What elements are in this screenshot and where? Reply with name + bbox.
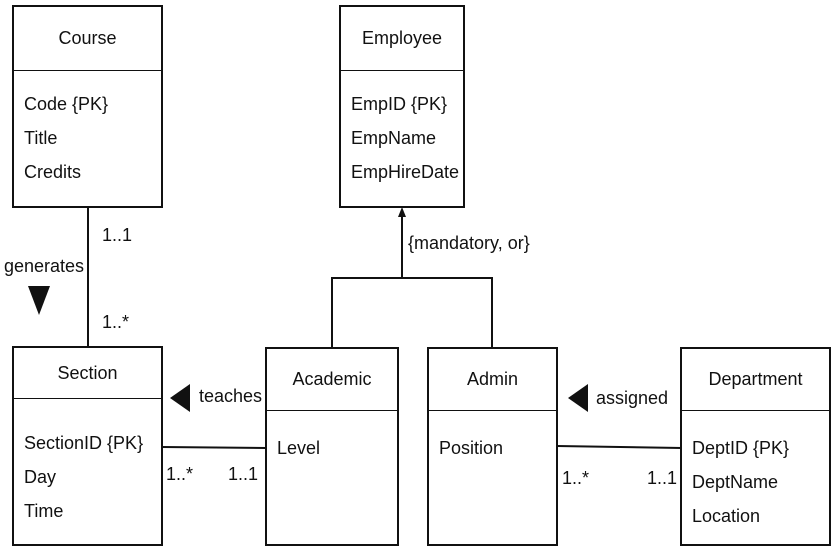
class-academic-name: Academic — [267, 349, 397, 411]
attribute: DeptID {PK} — [692, 438, 790, 458]
generalization-constraint: {mandatory, or} — [408, 233, 530, 253]
attribute: Location — [692, 506, 761, 526]
class-employee[interactable]: Employee EmpID {PK} EmpName EmpHireDate — [339, 5, 465, 208]
class-department-attributes: DeptID {PK} DeptName Location — [692, 431, 825, 533]
course-multiplicity: 1..1 — [102, 225, 133, 245]
attribute: EmpName — [351, 128, 437, 148]
teaches-label: teaches — [199, 386, 263, 406]
attribute: Position — [439, 438, 504, 458]
class-admin-name: Admin — [429, 349, 556, 411]
class-academic-attributes: Level — [277, 431, 393, 465]
attribute: EmpID {PK} — [351, 94, 448, 114]
class-admin-attributes: Position — [439, 431, 552, 465]
class-employee-attributes: EmpID {PK} EmpName EmpHireDate — [351, 87, 459, 189]
section-multiplicity-generates: 1..* — [102, 312, 130, 332]
class-course[interactable]: Course Code {PK} Title Credits — [12, 5, 163, 208]
attribute: EmpHireDate — [351, 162, 460, 182]
attribute: Title — [24, 128, 58, 148]
class-section-attributes: SectionID {PK} Day Time — [24, 426, 157, 528]
generates-label: generates — [4, 256, 85, 276]
class-course-attributes: Code {PK} Title Credits — [24, 87, 157, 189]
generates-direction-icon — [28, 286, 50, 315]
academic-multiplicity: 1..1 — [228, 464, 259, 484]
admin-multiplicity: 1..* — [562, 468, 590, 488]
assigned-direction-icon — [568, 384, 588, 412]
class-admin[interactable]: Admin Position — [427, 347, 558, 546]
class-course-name: Course — [14, 7, 161, 71]
generalization-bracket — [331, 277, 493, 347]
assigned-label: assigned — [596, 388, 669, 408]
assigned-line — [556, 445, 683, 449]
attribute: DeptName — [692, 472, 779, 492]
teaches-line — [161, 446, 267, 449]
teaches-direction-icon — [170, 384, 190, 412]
attribute: Code {PK} — [24, 94, 109, 114]
section-multiplicity-teaches: 1..* — [166, 464, 194, 484]
attribute: Credits — [24, 162, 82, 182]
attribute: Level — [277, 438, 321, 458]
attribute: Time — [24, 501, 64, 521]
generalization-arrowhead-icon — [398, 207, 406, 217]
class-academic[interactable]: Academic Level — [265, 347, 399, 546]
class-section[interactable]: Section SectionID {PK} Day Time — [12, 346, 163, 546]
class-employee-name: Employee — [341, 7, 463, 71]
attribute: Day — [24, 467, 57, 487]
class-department[interactable]: Department DeptID {PK} DeptName Location — [680, 347, 831, 546]
class-section-name: Section — [14, 348, 161, 399]
attribute: SectionID {PK} — [24, 433, 144, 453]
class-department-name: Department — [682, 349, 829, 411]
department-multiplicity: 1..1 — [647, 468, 678, 488]
